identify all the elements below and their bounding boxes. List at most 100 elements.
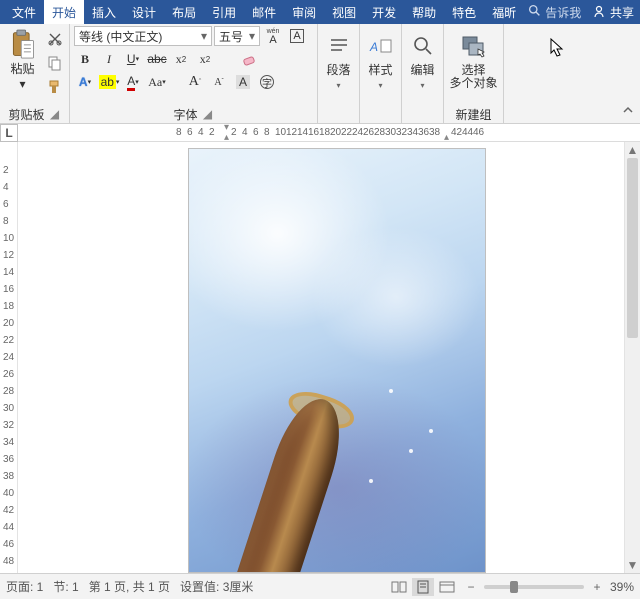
search-icon [528,4,541,20]
superscript-button[interactable]: x2 [194,49,216,69]
font-size-value: 五号 [219,28,245,45]
paragraph-button[interactable]: 段落▾ [322,26,355,90]
vertical-ruler[interactable]: 2468101214161820222426283032343638404244… [0,142,18,573]
status-page[interactable]: 页面: 1 [6,578,43,595]
group-editing: 编辑▾ [402,24,444,123]
group-new-label: 新建组 [455,106,491,123]
scroll-down-button[interactable]: ▼ [625,557,640,573]
tab-review[interactable]: 审阅 [284,0,324,24]
styles-button[interactable]: A 样式▾ [364,26,397,90]
cut-icon [47,31,63,47]
change-case-button[interactable]: Aa▾ [146,72,168,92]
font-size-selector[interactable]: 五号▾ [214,26,260,46]
tab-developer[interactable]: 开发 [364,0,404,24]
page[interactable] [188,148,486,573]
status-setting[interactable]: 设置值: 3厘米 [180,578,253,595]
styles-icon: A [368,32,394,60]
tab-references[interactable]: 引用 [204,0,244,24]
tab-insert[interactable]: 插入 [84,0,124,24]
format-painter-button[interactable] [45,78,65,96]
group-clipboard-label: 剪贴板 [8,106,44,123]
tab-help[interactable]: 帮助 [404,0,444,24]
font-name-value: 等线 (中文正文) [79,28,197,45]
phonetic-guide-button[interactable]: wénA [262,26,284,46]
select-multiple-objects-button[interactable]: 选择 多个对象 [448,26,499,90]
zoom-out-button[interactable]: − [460,578,482,596]
character-border-button[interactable]: A [286,26,308,46]
select-objects-icon [461,32,487,60]
font-name-selector[interactable]: 等线 (中文正文)▾ [74,26,212,46]
text-effects-button[interactable]: A▾ [74,72,96,92]
select-multi-label: 选择 多个对象 [449,64,497,90]
share-button[interactable]: 共享 [592,0,634,24]
group-clipboard: 粘贴 ▾ 剪贴板 ◢ [0,24,70,123]
status-bar: 页面: 1 节: 1 第 1 页, 共 1 页 设置值: 3厘米 − + 39% [0,573,640,599]
collapse-ribbon-button[interactable] [622,104,634,119]
status-pages[interactable]: 第 1 页, 共 1 页 [89,578,170,595]
tab-file[interactable]: 文件 [4,0,44,24]
enclose-character-button[interactable]: 字 [256,72,278,92]
tell-me-search[interactable]: 告诉我 [528,0,581,24]
group-paragraph: 段落▾ [318,24,360,123]
find-icon [412,32,434,60]
group-styles: A 样式▾ [360,24,402,123]
zoom-in-button[interactable]: + [586,578,608,596]
copy-icon [47,55,63,71]
tab-special[interactable]: 特色 [444,0,484,24]
scroll-thumb[interactable] [627,158,638,338]
group-font-label: 字体 [173,106,197,123]
subscript-button[interactable]: x2 [170,49,192,69]
scroll-track[interactable] [625,158,640,557]
paragraph-label: 段落 [326,64,350,77]
paste-icon [9,28,37,60]
menu-tab-strip: 文件 开始 插入 设计 布局 引用 邮件 审阅 视图 开发 帮助 特色 福昕 告… [0,0,640,24]
share-label: 共享 [610,4,634,21]
bold-button[interactable]: B [74,49,96,69]
zoom-slider[interactable] [484,585,584,589]
strikethrough-button[interactable]: abc [146,49,168,69]
status-section[interactable]: 节: 1 [53,578,78,595]
scroll-up-button[interactable]: ▲ [625,142,640,158]
view-read-mode[interactable] [388,578,410,596]
view-web-layout[interactable] [436,578,458,596]
tab-foxit[interactable]: 福昕 [484,0,524,24]
document-canvas[interactable] [18,142,624,573]
clear-formatting-button[interactable] [238,49,260,69]
view-print-layout[interactable] [412,578,434,596]
editing-button[interactable]: 编辑▾ [406,26,439,90]
horizontal-ruler[interactable]: 8642246810121416182022242628303234363842… [18,124,640,141]
font-dialog-launcher[interactable]: ◢ [202,108,214,120]
vertical-scrollbar[interactable]: ▲ ▼ [624,142,640,573]
paste-caret-icon: ▾ [19,77,25,91]
paste-label: 粘贴 [10,60,34,77]
document-area: 2468101214161820222426283032343638404244… [0,142,640,573]
chevron-up-icon [622,104,634,116]
tab-view[interactable]: 视图 [324,0,364,24]
grow-font-button[interactable]: Aˆ [184,72,206,92]
character-shading-button[interactable]: A [232,72,254,92]
shrink-font-button[interactable]: Aˇ [208,72,230,92]
group-new: 选择 多个对象 新建组 [444,24,504,123]
copy-button[interactable] [45,54,65,72]
share-icon [592,5,606,19]
tab-layout[interactable]: 布局 [164,0,204,24]
paste-button[interactable]: 粘贴 ▾ [4,26,41,91]
cut-button[interactable] [45,30,65,48]
zoom-value[interactable]: 39% [610,580,634,594]
font-color-button[interactable]: A▾ [122,72,144,92]
clipboard-dialog-launcher[interactable]: ◢ [49,108,61,120]
highlight-button[interactable]: ab▾ [98,72,120,92]
italic-button[interactable]: I [98,49,120,69]
styles-label: 样式 [368,64,392,77]
underline-button[interactable]: U▾ [122,49,144,69]
tab-mailings[interactable]: 邮件 [244,0,284,24]
tab-home[interactable]: 开始 [44,0,84,24]
paragraph-icon [328,32,350,60]
tab-design[interactable]: 设计 [124,0,164,24]
tell-me-placeholder: 告诉我 [545,4,581,21]
print-layout-icon [416,580,430,594]
tab-selector[interactable]: L [0,124,18,142]
ribbon: 粘贴 ▾ 剪贴板 ◢ 等线 (中文正文)▾ 五号▾ wénA A B I [0,24,640,124]
read-mode-icon [391,581,407,593]
zoom-knob[interactable] [510,581,518,593]
